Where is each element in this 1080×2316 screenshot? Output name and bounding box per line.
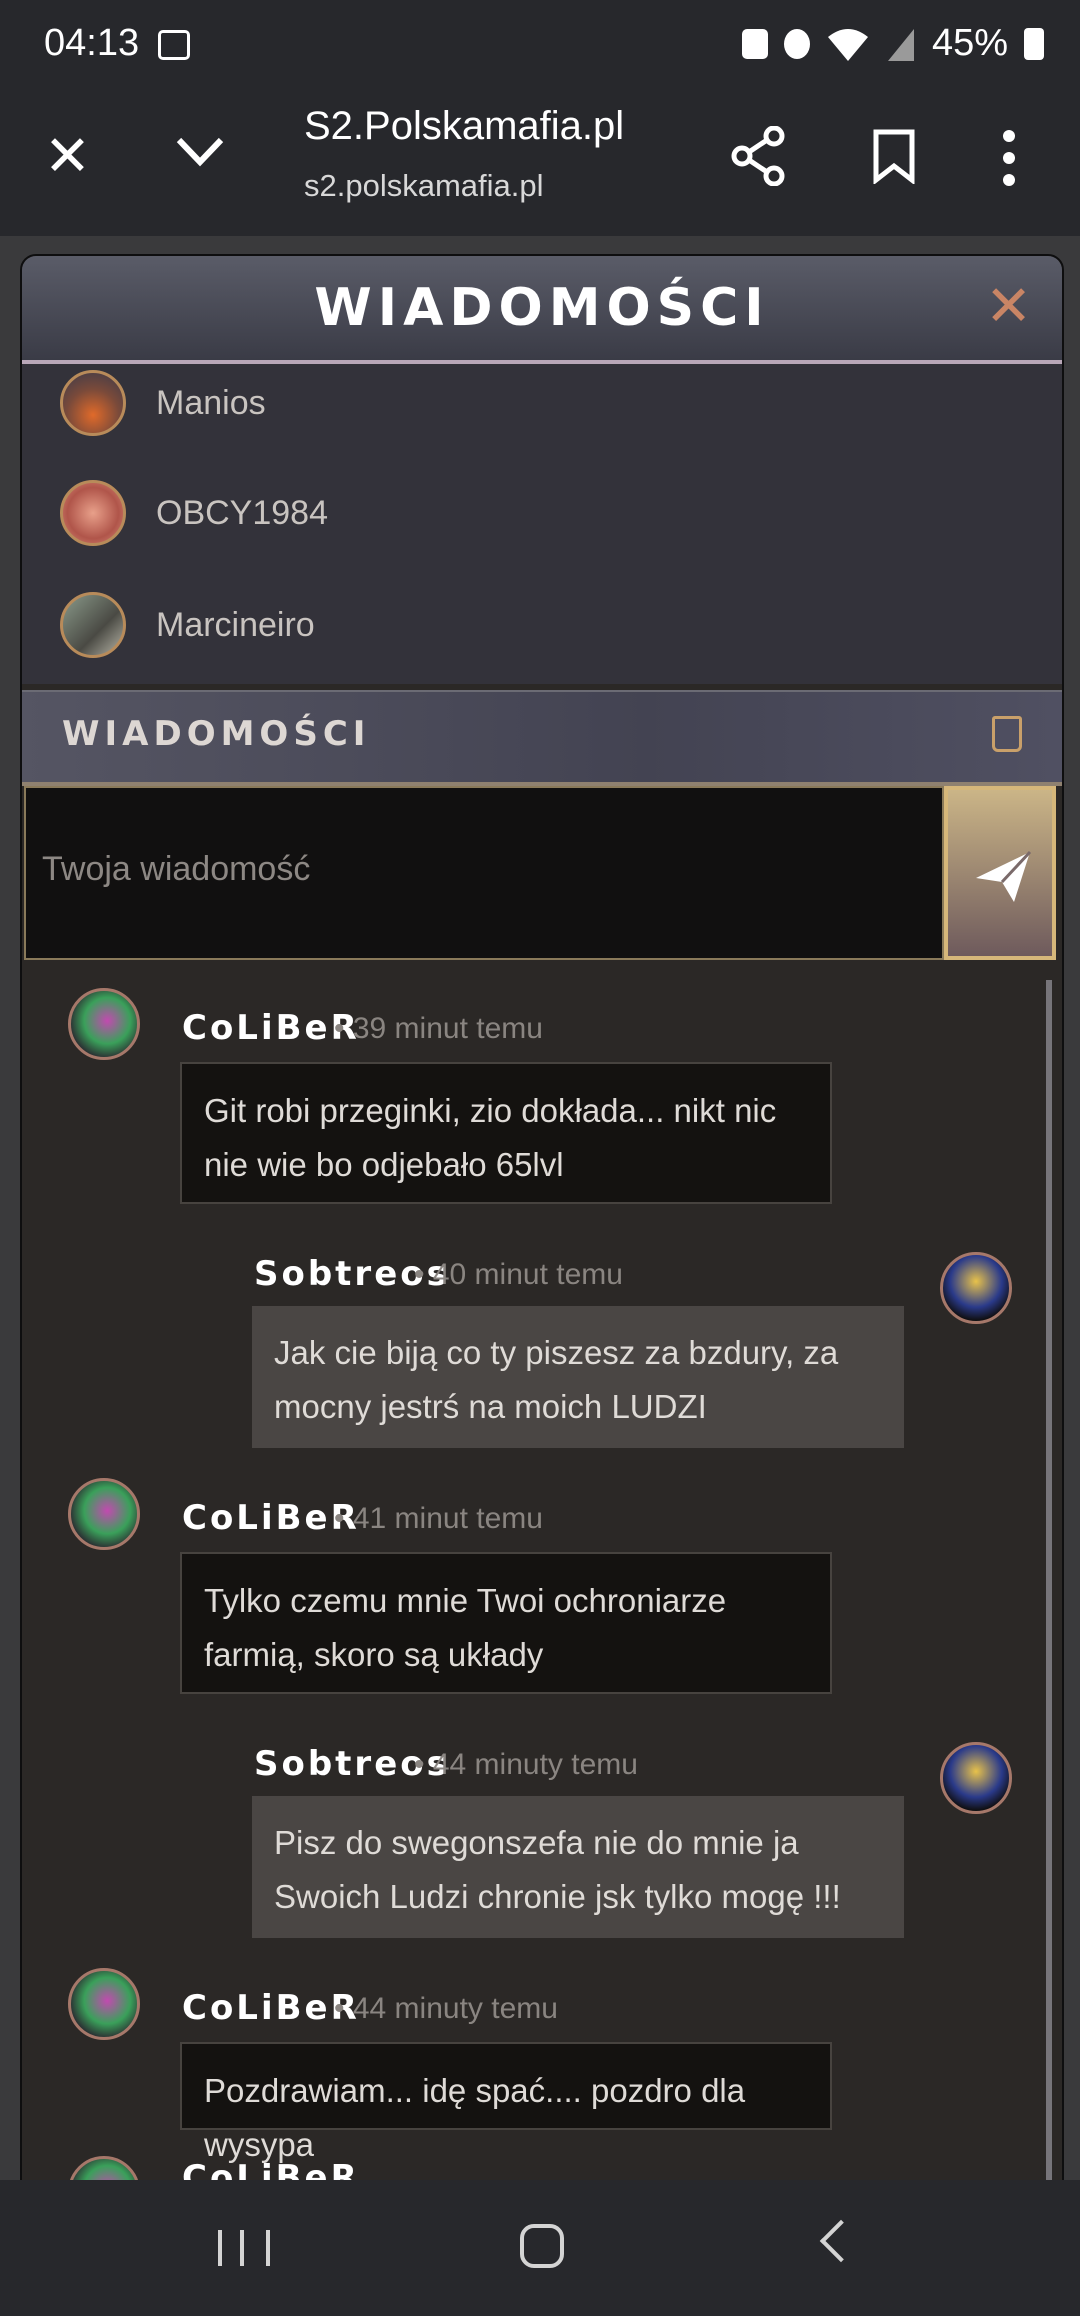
recent-apps-icon[interactable] (218, 2230, 270, 2266)
message-bubble: Git robi przeginki, zio dokłada... nikt … (180, 1062, 832, 1204)
status-icons: 45% (741, 22, 1044, 65)
close-panel-icon[interactable]: ✕ (985, 276, 1032, 336)
status-time: 04:13 (44, 22, 140, 64)
battery-saver-icon (741, 28, 768, 59)
chevron-down-icon[interactable] (175, 126, 225, 176)
messages-section-header: WIADOMOŚCI (22, 690, 1062, 786)
navigation-bar (0, 2180, 1080, 2316)
back-icon[interactable] (819, 2219, 863, 2263)
message-bubble: Pozdrawiam... idę spać.... pozdro dla wy… (180, 2042, 832, 2163)
message-time: • 44 minuty temu (334, 1992, 558, 2025)
battery-percent: 45% (931, 22, 1008, 64)
close-tab-icon[interactable]: ✕ (44, 126, 91, 186)
message-bubble: Tylko czemu mnie Twoi ochroniarze farmią… (180, 1552, 832, 1694)
message-time: • 40 minut temu (414, 1258, 623, 1291)
contact-name: OBCY1984 (156, 493, 328, 532)
page-url[interactable]: s2.polskamafia.pl (304, 168, 544, 204)
contact-item[interactable]: Marcineiro (60, 592, 315, 658)
panel-header: WIADOMOŚCI ✕ (22, 256, 1062, 364)
page-title: S2.Polskamafia.pl (304, 104, 625, 148)
avatar (68, 1478, 140, 1550)
message-time: • 41 minut temu (334, 1502, 543, 1535)
message-time: • 44 minuty temu (414, 1748, 638, 1781)
send-button[interactable] (944, 786, 1056, 960)
panel-title: WIADOMOŚCI (314, 278, 770, 338)
avatar (60, 370, 126, 436)
avatar (940, 1252, 1012, 1324)
compose-area: Twoja wiadomość (22, 786, 1062, 962)
chat-thread: CoLiBeR • 39 minut temu Git robi przegin… (22, 980, 1062, 2182)
battery-icon (1024, 27, 1044, 60)
gallery-notification-icon (158, 30, 190, 60)
status-bar: 04:13 45% (0, 0, 1080, 96)
avatar (68, 1968, 140, 2040)
message-author: CoLiBeR (182, 2158, 360, 2182)
more-options-icon[interactable] (1002, 128, 1016, 188)
home-icon[interactable] (520, 2224, 564, 2268)
scrollbar[interactable] (1046, 980, 1052, 2182)
message-bubble: Pisz do swegonszefa nie do mnie ja Swoic… (252, 1796, 904, 1938)
messages-panel: WIADOMOŚCI ✕ Manios OBCY1984 Marcineiro … (20, 254, 1064, 2184)
avatar (68, 988, 140, 1060)
message-time: • 39 minut temu (334, 1012, 543, 1045)
avatar (940, 1742, 1012, 1814)
contact-name: Manios (156, 383, 266, 422)
contact-item[interactable]: OBCY1984 (60, 480, 328, 546)
contact-list: Manios OBCY1984 Marcineiro (22, 364, 1062, 684)
avatar (68, 2156, 140, 2182)
trash-icon[interactable] (992, 716, 1022, 752)
avatar (60, 592, 126, 658)
message-bubble: Jak cie biją co ty piszesz za bzdury, za… (252, 1306, 904, 1448)
contact-name: Marcineiro (156, 605, 315, 644)
contact-item[interactable]: Manios (60, 370, 266, 436)
wifi-icon (827, 28, 868, 61)
bookmark-icon[interactable] (872, 128, 916, 184)
messages-section-title: WIADOMOŚCI (62, 714, 371, 754)
browser-toolbar: ✕ S2.Polskamafia.pl s2.polskamafia.pl (0, 96, 1080, 236)
share-icon[interactable] (730, 126, 786, 186)
message-input[interactable]: Twoja wiadomość (24, 786, 944, 960)
avatar (60, 480, 126, 546)
send-icon (976, 850, 1032, 902)
alarm-icon (783, 28, 810, 59)
signal-icon (887, 28, 914, 61)
